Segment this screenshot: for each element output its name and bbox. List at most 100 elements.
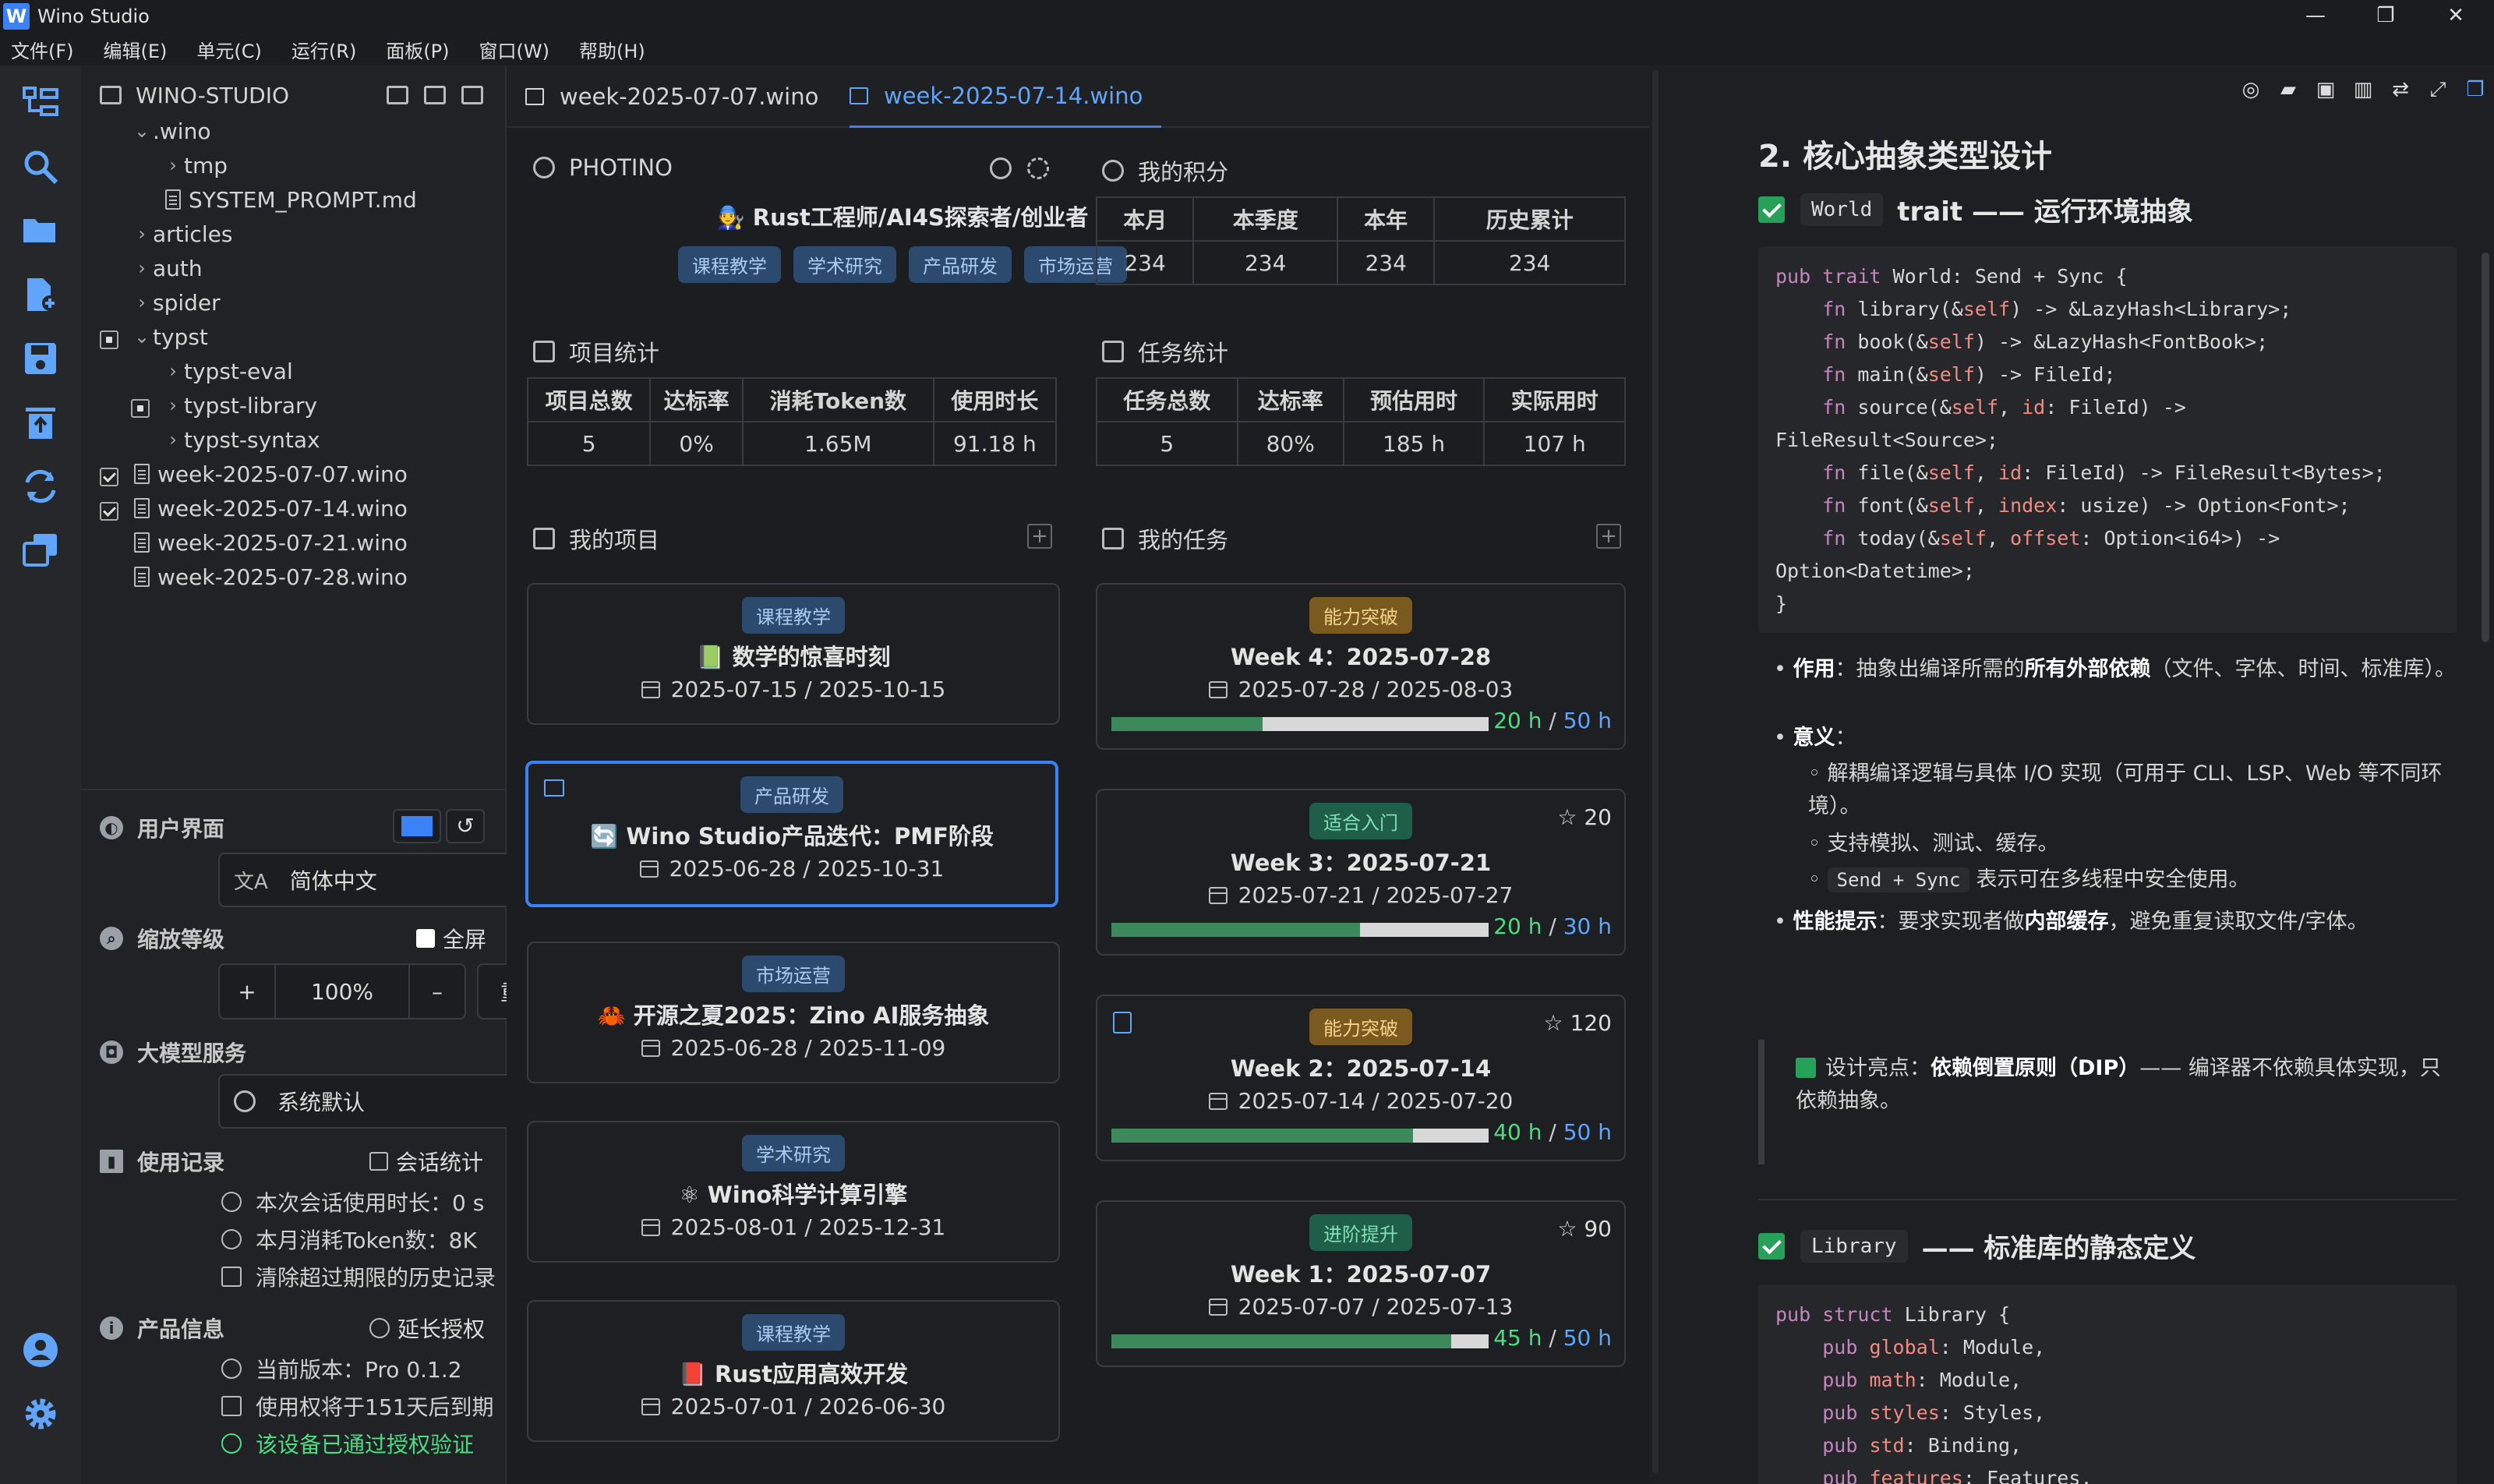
open-folder-icon[interactable] bbox=[19, 209, 62, 253]
add-project-button[interactable]: + bbox=[1027, 524, 1052, 549]
task-card[interactable]: ☆ 120 能力突破 Week 2：2025-07-14 2025-07-14 … bbox=[1096, 995, 1626, 1161]
add-task-button[interactable]: + bbox=[1596, 524, 1621, 549]
search-icon[interactable] bbox=[19, 145, 62, 189]
extend-license-link[interactable]: 延长授权 bbox=[369, 1313, 485, 1344]
tree-item-wino[interactable]: ⌄ .wino bbox=[131, 114, 211, 148]
sub-bullet: ◦ Send + Sync 表示可在多线程中安全使用。 bbox=[1808, 867, 2250, 892]
sync-icon[interactable]: ⇄ bbox=[2382, 78, 2419, 102]
task-card[interactable]: ☆ 20 适合入门 Week 3：2025-07-21 2025-07-21 /… bbox=[1096, 789, 1626, 956]
windows-icon[interactable] bbox=[19, 528, 62, 572]
profile-tag[interactable]: 学术研究 bbox=[793, 246, 896, 283]
settings-gear-icon[interactable] bbox=[19, 1392, 62, 1436]
open-folder-icon[interactable]: ▰ bbox=[2270, 78, 2307, 102]
subheading-text: trait —— 运行环境抽象 bbox=[1897, 196, 2193, 228]
zoom-in-button[interactable]: + bbox=[218, 963, 276, 1019]
task-card[interactable]: ☆ 90 进阶提升 Week 1：2025-07-07 2025-07-07 /… bbox=[1096, 1200, 1626, 1367]
main-scrollbar[interactable] bbox=[1652, 70, 1659, 1473]
project-tag: 课程教学 bbox=[742, 597, 845, 634]
menu-window[interactable]: 窗口(W) bbox=[479, 36, 549, 63]
tree-item-week-0728[interactable]: week-2025-07-28.wino bbox=[134, 560, 408, 594]
menu-run[interactable]: 运行(R) bbox=[291, 36, 356, 63]
project-tag: 市场运营 bbox=[742, 956, 845, 992]
tree-item-articles[interactable]: › articles bbox=[131, 217, 232, 251]
tab-week-0707[interactable]: week-2025-07-07.wino bbox=[525, 65, 818, 128]
project-card[interactable]: 市场运营 🦀 开源之夏2025：Zino AI服务抽象 2025-06-28 /… bbox=[527, 942, 1060, 1083]
account-icon[interactable] bbox=[19, 1328, 62, 1372]
restore-button[interactable]: ❐ bbox=[2351, 0, 2421, 33]
new-file-icon[interactable] bbox=[19, 273, 62, 316]
file-checkbox[interactable] bbox=[100, 502, 118, 521]
collapse-toggle-icon[interactable] bbox=[100, 330, 118, 349]
explorer-root[interactable]: WINO-STUDIO bbox=[100, 78, 289, 112]
minimize-button[interactable]: — bbox=[2280, 0, 2351, 33]
project-title: 📗 数学的惊喜时刻 bbox=[696, 644, 891, 670]
gear-icon[interactable] bbox=[1027, 157, 1049, 179]
menu-file[interactable]: 文件(F) bbox=[11, 36, 74, 63]
tree-item-typst-syntax[interactable]: › typst-syntax bbox=[162, 422, 320, 457]
preview-subheading-library: Library —— 标准库的静态定义 bbox=[1758, 1227, 2195, 1265]
project-card-active[interactable]: 产品研发 🔄 Wino Studio产品迭代：PMF阶段 2025-06-28 … bbox=[525, 761, 1058, 907]
menu-panel[interactable]: 面板(P) bbox=[386, 36, 449, 63]
title-bar: W Wino Studio — ❐ ✕ bbox=[0, 0, 2494, 33]
menu-help[interactable]: 帮助(H) bbox=[579, 36, 645, 63]
tree-item-typst[interactable]: ⌄ typst bbox=[131, 320, 208, 354]
tree-item-system-prompt[interactable]: SYSTEM_PROMPT.md bbox=[165, 182, 417, 217]
expand-icon[interactable]: ⤢ bbox=[2419, 78, 2457, 102]
task-hours: 20 h / 50 h bbox=[1493, 708, 1612, 733]
task-progress-bar bbox=[1111, 717, 1489, 731]
project-card[interactable]: 学术研究 ⚛ Wino科学计算引擎 2025-08-01 / 2025-12-3… bbox=[527, 1121, 1060, 1263]
checkbox-checked-icon bbox=[1758, 1232, 1785, 1260]
tree-item-week-0707[interactable]: week-2025-07-07.wino bbox=[134, 457, 408, 491]
zoom-out-button[interactable]: – bbox=[408, 963, 466, 1019]
project-card[interactable]: 课程教学 📕 Rust应用高效开发 2025-07-01 / 2026-06-3… bbox=[527, 1300, 1060, 1442]
session-stats-link[interactable]: 会话统计 bbox=[369, 1146, 483, 1177]
save-icon[interactable] bbox=[19, 337, 62, 380]
fullscreen-checkbox[interactable] bbox=[416, 929, 435, 948]
tree-item-typst-eval[interactable]: › typst-eval bbox=[162, 354, 293, 388]
file-checkbox[interactable] bbox=[100, 468, 118, 486]
tree-item-label: typst bbox=[153, 323, 208, 350]
save-icon[interactable]: ▣ bbox=[2307, 78, 2344, 102]
windows-icon[interactable]: ❐ bbox=[2457, 78, 2494, 102]
delete-icon[interactable] bbox=[19, 401, 62, 444]
tree-item-tmp[interactable]: › tmp bbox=[162, 148, 228, 182]
new-folder-icon[interactable] bbox=[387, 86, 408, 104]
preview-scrollbar[interactable] bbox=[2482, 253, 2489, 642]
table-header: 实际用时 bbox=[1483, 377, 1626, 422]
user-settings-icon[interactable] bbox=[990, 157, 1012, 179]
tree-item-typst-library[interactable]: › typst-library bbox=[162, 388, 317, 422]
clear-history-button[interactable]: 清除超过期限的历史记录 bbox=[221, 1260, 496, 1294]
file-icon bbox=[134, 464, 150, 484]
task-hours: 45 h / 50 h bbox=[1493, 1325, 1612, 1351]
project-title: ⚛ Wino科学计算引擎 bbox=[679, 1182, 908, 1208]
translate-icon: 文A bbox=[234, 870, 268, 894]
explorer-icon[interactable] bbox=[19, 81, 62, 125]
globe-icon[interactable]: ◎ bbox=[2232, 78, 2270, 102]
fullscreen-toggle[interactable]: 全屏 bbox=[416, 923, 486, 954]
preview-subheading-world: World trait —— 运行环境抽象 bbox=[1758, 190, 2193, 228]
actual-hours: 40 h bbox=[1493, 1119, 1542, 1145]
tree-item-week-0714[interactable]: week-2025-07-14.wino bbox=[134, 491, 408, 525]
collapse-toggle-icon[interactable] bbox=[131, 399, 150, 418]
tree-item-spider[interactable]: › spider bbox=[131, 285, 220, 320]
profile-tag[interactable]: 产品研发 bbox=[909, 246, 1012, 283]
profile-tag[interactable]: 课程教学 bbox=[678, 246, 781, 283]
add-folder-icon[interactable] bbox=[424, 86, 446, 104]
explorer-root-label: WINO-STUDIO bbox=[136, 82, 290, 108]
delete-icon[interactable]: ▥ bbox=[2344, 78, 2382, 102]
folder-settings-icon[interactable] bbox=[461, 86, 483, 104]
sync-icon[interactable] bbox=[19, 465, 62, 508]
trash-icon bbox=[221, 1267, 242, 1287]
reset-ui-icon[interactable]: ↺ bbox=[446, 809, 485, 843]
menu-cell[interactable]: 单元(C) bbox=[196, 36, 261, 63]
tree-item-auth[interactable]: › auth bbox=[131, 251, 202, 285]
tree-item-week-0721[interactable]: week-2025-07-21.wino bbox=[134, 525, 408, 560]
checkbox-checked-icon bbox=[1758, 196, 1785, 223]
tab-week-0714[interactable]: week-2025-07-14.wino bbox=[850, 65, 1162, 128]
task-card[interactable]: 能力突破 Week 4：2025-07-28 2025-07-28 / 2025… bbox=[1096, 583, 1626, 750]
project-card[interactable]: 课程教学 📗 数学的惊喜时刻 2025-07-15 / 2025-10-15 bbox=[527, 583, 1060, 725]
zoom-section-label: 缩放等级 bbox=[137, 927, 225, 952]
menu-edit[interactable]: 编辑(E) bbox=[104, 36, 168, 63]
accent-color-picker[interactable] bbox=[393, 809, 441, 843]
close-button[interactable]: ✕ bbox=[2421, 0, 2491, 33]
